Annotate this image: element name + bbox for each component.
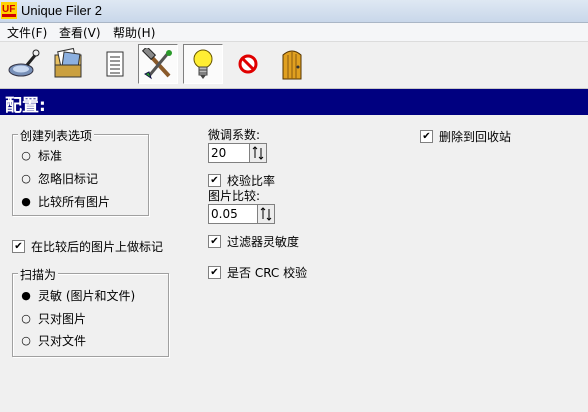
crc-check-checkbox[interactable]: ✔ 是否 CRC 校验 xyxy=(208,264,307,281)
list-option-label: 忽略旧标记 xyxy=(38,172,99,186)
menu-help[interactable]: 帮助(H) xyxy=(112,24,156,41)
app-logo-icon: UF xyxy=(1,2,17,19)
image-compare-spin-button[interactable] xyxy=(257,204,275,224)
tools-icon xyxy=(141,48,172,80)
checkbox-box: ✔ xyxy=(208,266,221,279)
config-button[interactable] xyxy=(138,44,178,84)
title-bar: UF Unique Filer 2 xyxy=(0,0,588,23)
exit-button[interactable] xyxy=(272,44,312,84)
image-compare-input[interactable]: 0.05 xyxy=(208,204,257,224)
image-compare-label: 图片比较: xyxy=(208,189,261,203)
list-option-label: 比较所有图片 xyxy=(38,195,111,209)
radio-dot-selected: ● xyxy=(21,194,31,208)
fine-tune-spin-button[interactable] xyxy=(249,143,267,163)
config-header-title: 配置: xyxy=(5,96,46,116)
checkbox-box: ✔ xyxy=(208,174,221,187)
config-header: 配置: xyxy=(0,89,588,116)
list-option-standard[interactable]: ○ 标准 xyxy=(20,147,62,164)
tips-button[interactable] xyxy=(183,44,223,84)
list-option-label: 标准 xyxy=(38,149,63,163)
scan-option-images-only[interactable]: ○ 只对图片 xyxy=(20,310,86,327)
search-button[interactable] xyxy=(3,44,43,84)
radio-dot: ○ xyxy=(21,311,31,325)
scan-option-sensitive[interactable]: ● 灵敏 (图片和文件) xyxy=(20,287,135,304)
folder-photos-icon xyxy=(54,47,82,78)
list-icon xyxy=(106,51,124,77)
spin-arrows-icon xyxy=(252,146,264,160)
crc-check-label: 是否 CRC 校验 xyxy=(227,266,308,280)
scan-option-label: 只对文件 xyxy=(38,334,87,348)
fine-tune-input[interactable]: 20 xyxy=(208,143,249,163)
menu-view[interactable]: 查看(V) xyxy=(58,24,102,41)
list-option-ignore-old[interactable]: ○ 忽略旧标记 xyxy=(20,170,98,187)
list-options-title: 创建列表选项 xyxy=(18,127,95,144)
door-icon xyxy=(282,50,302,80)
mark-after-compare-label: 在比较后的图片上做标记 xyxy=(31,240,164,254)
scan-title: 扫描为 xyxy=(18,266,59,283)
toolbar xyxy=(0,42,588,89)
scan-option-files-only[interactable]: ○ 只对文件 xyxy=(20,332,86,349)
delete-to-recycle-checkbox[interactable]: ✔ 删除到回收站 xyxy=(420,128,511,145)
scan-option-label: 灵敏 (图片和文件) xyxy=(38,289,136,303)
image-compare-stepper: 0.05 xyxy=(208,204,275,224)
open-folder-button[interactable] xyxy=(49,44,89,84)
scan-option-label: 只对图片 xyxy=(38,312,87,326)
checkbox-box: ✔ xyxy=(420,130,433,143)
magnifier-icon xyxy=(8,49,40,77)
stop-button[interactable] xyxy=(228,44,268,84)
checkbox-box: ✔ xyxy=(208,235,221,248)
radio-dot: ○ xyxy=(21,171,31,185)
spin-arrows-icon xyxy=(260,207,272,221)
delete-to-recycle-label: 删除到回收站 xyxy=(439,130,512,144)
radio-dot: ○ xyxy=(21,333,31,347)
checkbox-box: ✔ xyxy=(12,240,25,253)
mark-after-compare-checkbox[interactable]: ✔ 在比较后的图片上做标记 xyxy=(12,238,163,255)
menu-bar: 文件(F) 查看(V) 帮助(H) xyxy=(0,23,588,42)
list-option-compare-all[interactable]: ● 比较所有图片 xyxy=(20,193,110,210)
radio-dot: ○ xyxy=(21,148,31,162)
lightbulb-icon xyxy=(193,49,213,79)
window-title: Unique Filer 2 xyxy=(21,3,102,18)
list-button[interactable] xyxy=(95,44,135,84)
app-logo-text: UF xyxy=(2,4,15,15)
filter-sensitivity-label: 过滤器灵敏度 xyxy=(227,235,300,249)
stop-icon xyxy=(238,54,258,74)
fine-tune-stepper: 20 xyxy=(208,143,267,163)
fine-tune-label: 微调系数: xyxy=(208,128,261,142)
filter-sensitivity-checkbox[interactable]: ✔ 过滤器灵敏度 xyxy=(208,233,299,250)
radio-dot-selected: ● xyxy=(21,288,31,302)
menu-file[interactable]: 文件(F) xyxy=(6,24,48,41)
